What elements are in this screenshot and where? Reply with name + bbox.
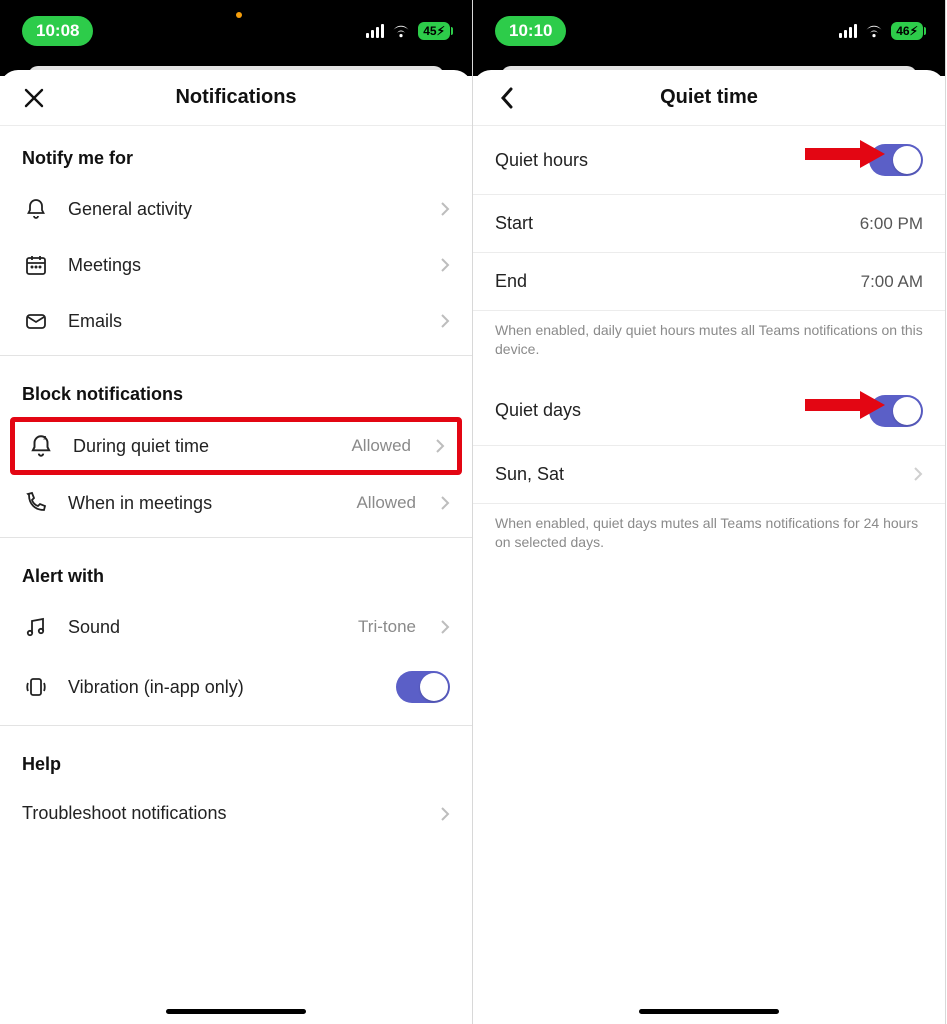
section-block-title: Block notifications xyxy=(0,362,472,417)
home-indicator xyxy=(166,1009,306,1014)
phone-left: 10:08 45⚡︎ Notifications Notify me for G… xyxy=(0,0,473,1024)
close-icon xyxy=(23,87,45,109)
section-alert-title: Alert with xyxy=(0,544,472,599)
row-value: Allowed xyxy=(351,436,411,456)
chevron-right-icon xyxy=(435,438,445,454)
row-label: General activity xyxy=(68,199,422,220)
quiet-days-footnote: When enabled, quiet days mutes all Teams… xyxy=(473,504,945,570)
chevron-right-icon xyxy=(440,806,450,822)
row-end-time[interactable]: End 7:00 AM xyxy=(473,253,945,310)
chevron-right-icon xyxy=(440,495,450,511)
close-button[interactable] xyxy=(18,82,50,114)
chevron-left-icon xyxy=(499,86,515,110)
row-value: 7:00 AM xyxy=(861,272,923,292)
row-days-selected[interactable]: Sun, Sat xyxy=(473,446,945,503)
row-quiet-days[interactable]: Quiet days xyxy=(473,377,945,445)
back-button[interactable] xyxy=(491,82,523,114)
header: Quiet time xyxy=(473,70,945,126)
page-title: Notifications xyxy=(175,86,296,109)
row-label: Meetings xyxy=(68,255,422,276)
row-start-time[interactable]: Start 6:00 PM xyxy=(473,195,945,252)
wifi-icon xyxy=(864,24,884,38)
phone-icon xyxy=(22,491,50,515)
row-when-in-meetings[interactable]: When in meetings Allowed xyxy=(0,475,472,531)
row-label: Quiet hours xyxy=(495,150,588,171)
row-emails[interactable]: Emails xyxy=(0,293,472,349)
row-label: End xyxy=(495,271,527,292)
recording-dot-icon xyxy=(236,12,242,18)
section-notify-title: Notify me for xyxy=(0,126,472,181)
row-meetings[interactable]: Meetings xyxy=(0,237,472,293)
row-label: Quiet days xyxy=(495,400,581,421)
row-during-quiet-time[interactable]: z During quiet time Allowed xyxy=(10,417,462,475)
music-icon xyxy=(22,615,50,639)
row-value: 6:00 PM xyxy=(860,214,923,234)
status-bar: 10:08 45⚡︎ xyxy=(0,0,472,58)
quiet-time-icon: z xyxy=(27,433,55,459)
cellular-icon xyxy=(839,24,857,38)
quiet-days-toggle[interactable] xyxy=(869,395,923,427)
row-sound[interactable]: Sound Tri-tone xyxy=(0,599,472,655)
row-label: During quiet time xyxy=(73,436,333,457)
cellular-icon xyxy=(366,24,384,38)
row-value: Tri-tone xyxy=(358,617,416,637)
status-time: 10:08 xyxy=(22,16,93,46)
status-time: 10:10 xyxy=(495,16,566,46)
page-title: Quiet time xyxy=(660,86,758,109)
phone-right: 10:10 46⚡︎ Quiet time Quiet hours Start … xyxy=(473,0,946,1024)
vibration-icon xyxy=(22,675,50,699)
vibration-toggle[interactable] xyxy=(396,671,450,703)
calendar-icon xyxy=(22,253,50,277)
chevron-right-icon xyxy=(440,257,450,273)
row-label: Sun, Sat xyxy=(495,464,564,485)
sheet: Notifications Notify me for General acti… xyxy=(0,70,472,1024)
row-label: Sound xyxy=(68,617,340,638)
quiet-hours-toggle[interactable] xyxy=(869,144,923,176)
chevron-right-icon xyxy=(913,466,923,482)
row-label: Emails xyxy=(68,311,422,332)
chevron-right-icon xyxy=(440,313,450,329)
row-label: Start xyxy=(495,213,533,234)
wifi-icon xyxy=(391,24,411,38)
home-indicator xyxy=(639,1009,779,1014)
row-general-activity[interactable]: General activity xyxy=(0,181,472,237)
header: Notifications xyxy=(0,70,472,126)
battery-icon: 46⚡︎ xyxy=(891,22,923,40)
row-value: Allowed xyxy=(356,493,416,513)
row-quiet-hours[interactable]: Quiet hours xyxy=(473,126,945,194)
status-right: 46⚡︎ xyxy=(839,22,923,40)
section-help-title: Help xyxy=(0,732,472,787)
row-label: Troubleshoot notifications xyxy=(22,803,422,824)
status-bar: 10:10 46⚡︎ xyxy=(473,0,945,58)
row-vibration[interactable]: Vibration (in-app only) xyxy=(0,655,472,719)
quiet-hours-footnote: When enabled, daily quiet hours mutes al… xyxy=(473,311,945,377)
row-label: Vibration (in-app only) xyxy=(68,677,378,698)
battery-icon: 45⚡︎ xyxy=(418,22,450,40)
status-right: 45⚡︎ xyxy=(366,22,450,40)
row-label: When in meetings xyxy=(68,493,338,514)
row-troubleshoot[interactable]: Troubleshoot notifications xyxy=(0,787,472,840)
bell-icon xyxy=(22,197,50,221)
mail-icon xyxy=(22,309,50,333)
chevron-right-icon xyxy=(440,619,450,635)
svg-text:z: z xyxy=(43,435,46,442)
chevron-right-icon xyxy=(440,201,450,217)
sheet: Quiet time Quiet hours Start 6:00 PM End… xyxy=(473,70,945,1024)
